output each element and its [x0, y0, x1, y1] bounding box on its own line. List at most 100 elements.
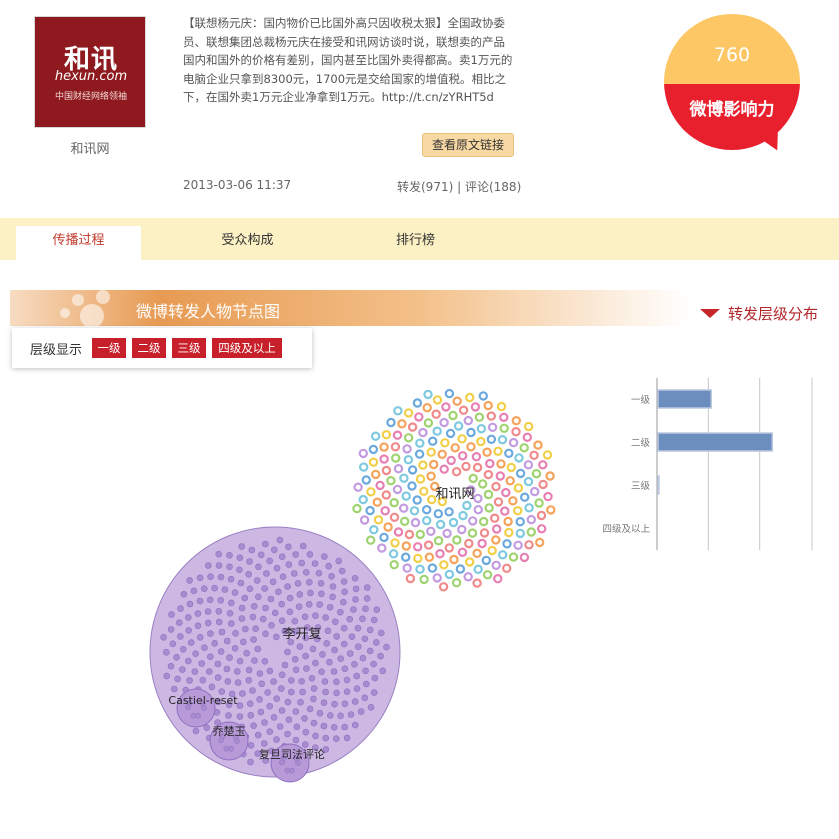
network-node[interactable] — [256, 696, 263, 703]
bar[interactable] — [657, 432, 774, 452]
network-node[interactable] — [247, 758, 254, 766]
network-node[interactable] — [478, 391, 488, 401]
network-node[interactable] — [444, 507, 454, 517]
network-node[interactable] — [301, 741, 309, 748]
network-node[interactable] — [375, 480, 385, 491]
network-node[interactable] — [479, 528, 490, 538]
network-node[interactable] — [465, 557, 475, 567]
network-node[interactable] — [415, 529, 425, 540]
network-node[interactable] — [228, 599, 235, 607]
network-node[interactable] — [236, 657, 244, 665]
network-node[interactable] — [496, 401, 507, 412]
network-node[interactable] — [412, 495, 422, 505]
author-name[interactable]: 和讯网 — [34, 138, 146, 157]
network-node[interactable] — [457, 434, 467, 444]
network-node[interactable] — [441, 402, 451, 412]
network-node[interactable] — [340, 640, 348, 648]
network-node[interactable] — [289, 767, 295, 774]
network-node[interactable] — [481, 555, 491, 566]
network-node[interactable] — [476, 436, 486, 447]
network-node[interactable] — [287, 677, 295, 684]
network-node[interactable] — [257, 551, 265, 559]
network-node[interactable] — [226, 610, 234, 617]
network-node[interactable] — [260, 740, 268, 747]
network-node[interactable] — [292, 708, 300, 715]
network-node[interactable] — [261, 540, 269, 548]
level-2-button[interactable]: 二级 — [132, 338, 166, 358]
network-node[interactable] — [392, 484, 403, 495]
network-node[interactable] — [323, 640, 331, 647]
network-node[interactable] — [207, 653, 214, 661]
network-node[interactable] — [409, 506, 420, 516]
level-distribution-link[interactable]: 转发层级分布 — [700, 303, 818, 324]
network-node[interactable] — [511, 416, 522, 426]
network-node[interactable] — [419, 486, 429, 497]
network-node[interactable] — [301, 715, 308, 722]
network-node[interactable] — [438, 582, 449, 592]
network-node[interactable] — [491, 560, 501, 570]
network-node[interactable] — [448, 410, 458, 421]
network-node[interactable] — [499, 412, 509, 423]
network-node[interactable] — [254, 731, 262, 739]
network-node[interactable] — [458, 451, 468, 461]
network-node[interactable] — [415, 474, 426, 484]
network-node[interactable] — [493, 497, 504, 507]
network-node[interactable] — [427, 563, 438, 573]
network-node[interactable] — [352, 585, 360, 593]
network-node[interactable] — [477, 538, 487, 549]
network-node[interactable] — [278, 671, 286, 679]
network-node[interactable] — [358, 494, 368, 505]
network-node[interactable] — [261, 719, 268, 726]
network-node[interactable] — [476, 424, 487, 434]
network-node[interactable] — [492, 524, 502, 534]
network-node[interactable] — [493, 573, 503, 584]
network-node[interactable] — [287, 688, 295, 696]
network-node[interactable] — [270, 714, 278, 721]
network-node[interactable] — [281, 661, 289, 669]
network-node[interactable] — [351, 660, 358, 668]
network-node[interactable] — [250, 636, 257, 643]
network-node[interactable] — [186, 677, 193, 684]
network-node[interactable] — [186, 577, 193, 584]
network-node[interactable] — [473, 504, 483, 515]
network-node[interactable] — [351, 721, 359, 729]
network-node[interactable] — [284, 583, 291, 590]
network-node[interactable] — [531, 468, 542, 479]
network-node[interactable] — [365, 505, 375, 516]
network-node[interactable] — [217, 597, 224, 604]
network-node[interactable] — [255, 563, 262, 571]
network-node[interactable] — [176, 619, 183, 626]
network-node[interactable] — [173, 653, 180, 661]
network-node[interactable] — [196, 597, 204, 605]
network-node[interactable] — [238, 543, 245, 550]
network-node[interactable] — [483, 400, 493, 411]
network-node[interactable] — [228, 620, 235, 627]
network-node[interactable] — [266, 702, 274, 710]
network-node[interactable] — [448, 517, 459, 528]
network-node[interactable] — [427, 494, 437, 505]
network-node[interactable] — [246, 585, 254, 593]
network-node[interactable] — [268, 622, 275, 629]
network-node[interactable] — [223, 665, 231, 673]
network-node[interactable] — [366, 647, 374, 655]
network-node[interactable] — [505, 476, 515, 486]
network-node[interactable] — [474, 412, 485, 422]
network-node[interactable] — [444, 543, 454, 553]
network-node[interactable] — [513, 483, 524, 493]
network-node[interactable] — [185, 657, 192, 665]
network-node[interactable] — [236, 713, 244, 720]
network-node[interactable] — [506, 462, 516, 473]
network-node[interactable] — [234, 668, 241, 675]
network-node[interactable] — [279, 573, 287, 580]
network-node[interactable] — [422, 504, 432, 515]
network-node[interactable] — [501, 487, 511, 498]
network-node[interactable] — [257, 708, 265, 716]
network-node[interactable] — [522, 432, 533, 443]
bar[interactable] — [657, 389, 713, 409]
network-node[interactable] — [196, 574, 204, 582]
network-node[interactable] — [320, 699, 328, 707]
network-node[interactable] — [192, 650, 199, 658]
network-node[interactable] — [312, 659, 319, 667]
bar[interactable] — [657, 475, 660, 495]
network-node[interactable] — [276, 723, 284, 730]
